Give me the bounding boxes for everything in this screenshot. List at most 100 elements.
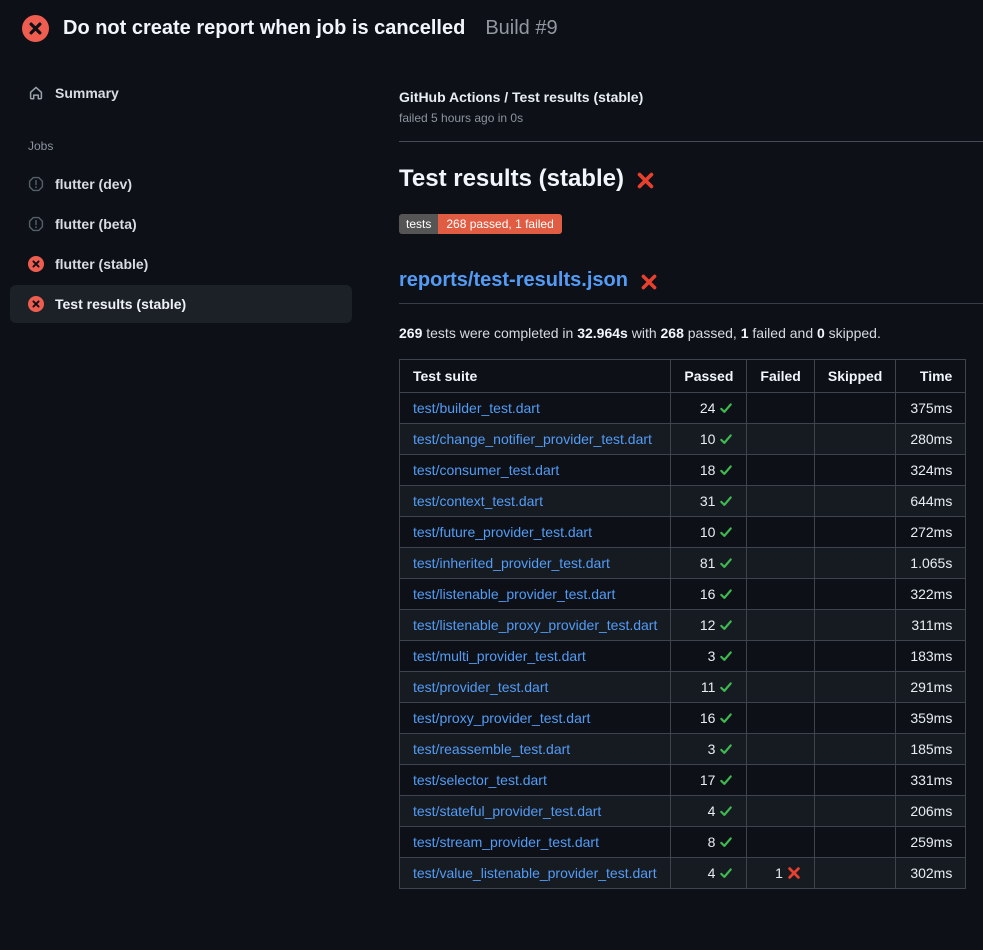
suite-cell: test/change_notifier_provider_test.dart xyxy=(400,424,671,455)
time-cell: 311ms xyxy=(896,610,966,641)
suite-cell: test/provider_test.dart xyxy=(400,672,671,703)
failed-cell xyxy=(747,734,814,765)
skipped-cell xyxy=(814,734,895,765)
time-cell: 259ms xyxy=(896,827,966,858)
check-mark-icon xyxy=(719,463,733,477)
sidebar-job-item[interactable]: flutter (beta) xyxy=(10,205,352,243)
time-cell: 359ms xyxy=(896,703,966,734)
job-label: Test results (stable) xyxy=(55,296,186,312)
suite-cell: test/multi_provider_test.dart xyxy=(400,641,671,672)
test-suite-link[interactable]: test/listenable_provider_test.dart xyxy=(413,586,615,602)
check-mark-icon xyxy=(719,618,733,632)
job-label: flutter (stable) xyxy=(55,256,148,272)
test-suite-link[interactable]: test/selector_test.dart xyxy=(413,772,547,788)
test-suite-link[interactable]: test/proxy_provider_test.dart xyxy=(413,710,590,726)
failed-cell xyxy=(747,672,814,703)
check-mark-icon xyxy=(719,401,733,415)
time-cell: 291ms xyxy=(896,672,966,703)
time-cell: 280ms xyxy=(896,424,966,455)
table-row: test/future_provider_test.dart10 272ms xyxy=(400,517,966,548)
home-icon xyxy=(28,85,44,101)
skipped-cell xyxy=(814,579,895,610)
table-row: test/provider_test.dart11 291ms xyxy=(400,672,966,703)
suite-cell: test/value_listenable_provider_test.dart xyxy=(400,858,671,889)
test-results-table: Test suitePassedFailedSkippedTime test/b… xyxy=(399,359,966,889)
summary-text-part: with xyxy=(628,325,661,341)
failed-cell xyxy=(747,796,814,827)
test-suite-link[interactable]: test/multi_provider_test.dart xyxy=(413,648,586,664)
test-suite-link[interactable]: test/listenable_proxy_provider_test.dart xyxy=(413,617,657,633)
check-mark-icon xyxy=(719,680,733,694)
table-row: test/stateful_provider_test.dart4 206ms xyxy=(400,796,966,827)
failed-cell xyxy=(747,610,814,641)
test-suite-link[interactable]: test/builder_test.dart xyxy=(413,400,540,416)
test-suite-link[interactable]: test/consumer_test.dart xyxy=(413,462,559,478)
sidebar-job-item[interactable]: flutter (stable) xyxy=(10,245,352,283)
suite-cell: test/proxy_provider_test.dart xyxy=(400,703,671,734)
main-content: GitHub Actions / Test results (stable) f… xyxy=(399,56,983,889)
time-cell: 644ms xyxy=(896,486,966,517)
build-number: Build #9 xyxy=(485,17,557,40)
table-row: test/listenable_proxy_provider_test.dart… xyxy=(400,610,966,641)
column-header: Test suite xyxy=(400,360,671,393)
test-suite-link[interactable]: test/value_listenable_provider_test.dart xyxy=(413,865,657,881)
skipped-cell xyxy=(814,765,895,796)
test-suite-link[interactable]: test/reassemble_test.dart xyxy=(413,741,570,757)
cross-mark-icon xyxy=(636,171,655,190)
column-header: Failed xyxy=(747,360,814,393)
test-suite-link[interactable]: test/stateful_provider_test.dart xyxy=(413,803,601,819)
table-row: test/multi_provider_test.dart3 183ms xyxy=(400,641,966,672)
test-suite-link[interactable]: test/context_test.dart xyxy=(413,493,543,509)
suite-cell: test/listenable_proxy_provider_test.dart xyxy=(400,610,671,641)
sidebar-item-summary[interactable]: Summary xyxy=(10,74,352,112)
test-suite-link[interactable]: test/stream_provider_test.dart xyxy=(413,834,599,850)
summary-text-part: 32.964s xyxy=(577,325,628,341)
time-cell: 185ms xyxy=(896,734,966,765)
failed-cell xyxy=(747,579,814,610)
skipped-cell xyxy=(814,796,895,827)
passed-cell: 16 xyxy=(671,703,747,734)
breadcrumb: GitHub Actions / Test results (stable) xyxy=(399,89,983,105)
divider xyxy=(399,141,983,142)
section-title: Test results (stable) xyxy=(399,165,624,193)
time-cell: 302ms xyxy=(896,858,966,889)
suite-cell: test/reassemble_test.dart xyxy=(400,734,671,765)
table-row: test/consumer_test.dart18 324ms xyxy=(400,455,966,486)
badge-value: 268 passed, 1 failed xyxy=(438,214,561,234)
failed-cell xyxy=(747,486,814,517)
time-cell: 331ms xyxy=(896,765,966,796)
stop-icon xyxy=(28,216,44,232)
failed-cell xyxy=(747,703,814,734)
check-mark-icon xyxy=(719,773,733,787)
sidebar-job-item[interactable]: flutter (dev) xyxy=(10,165,352,203)
test-suite-link[interactable]: test/change_notifier_provider_test.dart xyxy=(413,431,652,447)
check-mark-icon xyxy=(719,432,733,446)
passed-cell: 8 xyxy=(671,827,747,858)
skipped-cell xyxy=(814,858,895,889)
skipped-cell xyxy=(814,517,895,548)
time-cell: 324ms xyxy=(896,455,966,486)
test-suite-link[interactable]: test/provider_test.dart xyxy=(413,679,548,695)
check-mark-icon xyxy=(719,804,733,818)
summary-text-part: 0 xyxy=(817,325,825,341)
skipped-cell xyxy=(814,827,895,858)
passed-cell: 16 xyxy=(671,579,747,610)
passed-cell: 10 xyxy=(671,517,747,548)
check-mark-icon xyxy=(719,866,733,880)
suite-cell: test/inherited_provider_test.dart xyxy=(400,548,671,579)
suite-cell: test/builder_test.dart xyxy=(400,393,671,424)
check-mark-icon xyxy=(719,494,733,508)
cross-mark-icon xyxy=(787,866,801,880)
suite-cell: test/listenable_provider_test.dart xyxy=(400,579,671,610)
job-label: flutter (beta) xyxy=(55,216,137,232)
sidebar: Summary Jobs flutter (dev) flutter (beta… xyxy=(0,56,399,325)
test-suite-link[interactable]: test/inherited_provider_test.dart xyxy=(413,555,610,571)
test-suite-link[interactable]: test/future_provider_test.dart xyxy=(413,524,592,540)
sidebar-job-item[interactable]: Test results (stable) xyxy=(10,285,352,323)
passed-cell: 31 xyxy=(671,486,747,517)
failed-cell xyxy=(747,517,814,548)
summary-text-part: 1 xyxy=(741,325,749,341)
report-file-link[interactable]: reports/test-results.json xyxy=(399,269,628,292)
tests-summary-text: 269 tests were completed in 32.964s with… xyxy=(399,325,983,341)
tests-badge[interactable]: tests 268 passed, 1 failed xyxy=(399,214,562,234)
